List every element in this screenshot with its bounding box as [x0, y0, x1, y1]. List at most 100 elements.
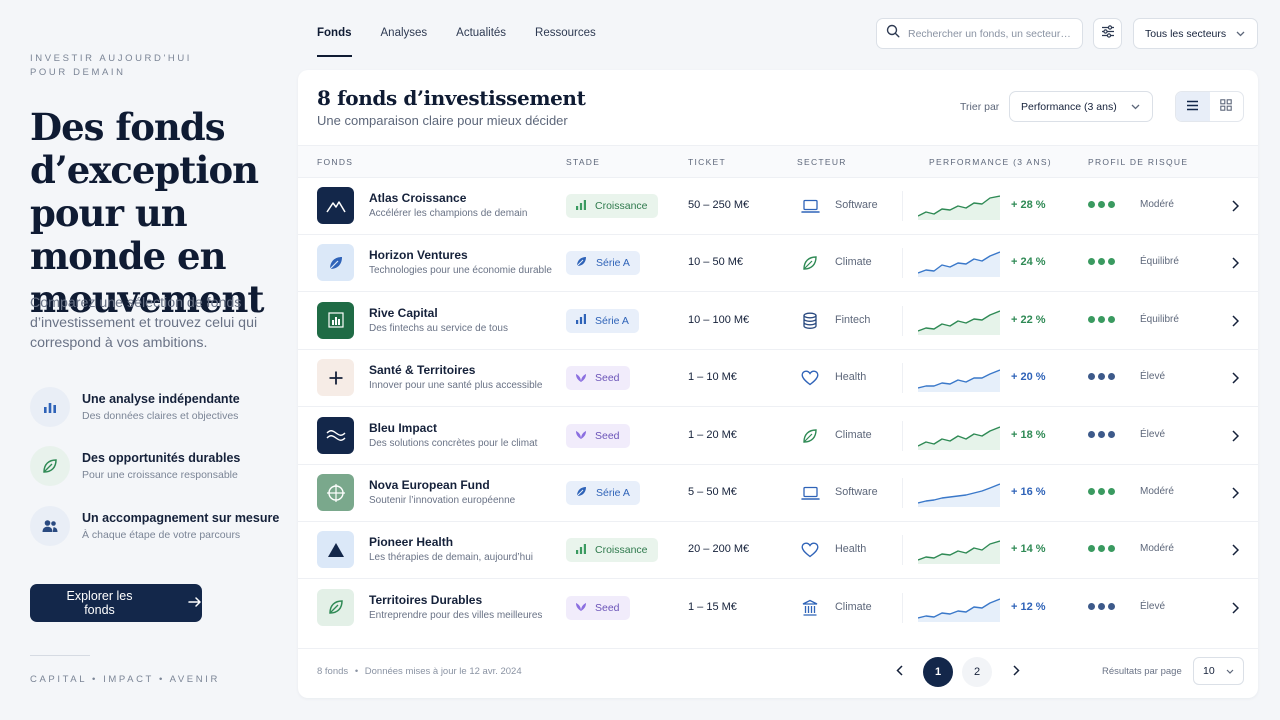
- fund-name[interactable]: Territoires Durables: [369, 593, 482, 607]
- feature-desc: À chaque étape de votre parcours: [82, 529, 241, 541]
- performance-sparkline: [918, 195, 1000, 220]
- sector-dropdown[interactable]: Tous les secteurs: [1133, 18, 1258, 49]
- chevron-down-icon: [1131, 101, 1140, 113]
- stage-label: Série A: [596, 487, 630, 499]
- hero-panel: INVESTIR AUJOURD'HUI POUR DEMAIN Des fon…: [0, 0, 298, 720]
- coins-icon: [800, 311, 820, 331]
- risk-dot: [1088, 488, 1095, 495]
- fund-name[interactable]: Atlas Croissance: [369, 191, 466, 205]
- grid-view-button[interactable]: [1210, 92, 1244, 121]
- heart-icon: [800, 540, 820, 560]
- fund-name[interactable]: Santé & Territoires: [369, 363, 475, 377]
- column-divider: [902, 363, 903, 394]
- sector-name: Health: [835, 543, 867, 556]
- risk-label: Équilibré: [1140, 313, 1179, 325]
- col-header-stade: STADE: [566, 157, 601, 167]
- fund-name[interactable]: Pioneer Health: [369, 535, 453, 549]
- risk-dots: [1088, 373, 1115, 381]
- stage-label: Série A: [595, 314, 629, 327]
- chevron-right-icon[interactable]: [1227, 600, 1243, 616]
- risk-dot: [1108, 315, 1115, 323]
- chevron-right-icon[interactable]: [1227, 370, 1243, 386]
- fund-name[interactable]: Bleu Impact: [369, 421, 437, 435]
- list-view-button[interactable]: [1176, 92, 1210, 121]
- table-row[interactable]: Pioneer Health Les thérapies de demain, …: [298, 522, 1258, 580]
- risk-dot: [1098, 201, 1105, 208]
- pagination: 1 2: [884, 657, 1031, 687]
- table-row[interactable]: Nova European Fund Soutenir l’innovation…: [298, 465, 1258, 522]
- fund-name[interactable]: Nova European Fund: [369, 478, 490, 492]
- column-divider: [902, 420, 903, 451]
- risk-dot: [1108, 430, 1115, 438]
- results-summary: 8 fonds • Données mises à jour le 12 avr…: [317, 666, 522, 677]
- page-button-2[interactable]: 2: [962, 657, 992, 687]
- nav-tab-ressources[interactable]: Ressources: [535, 21, 596, 45]
- performance-sparkline: [918, 310, 1000, 335]
- sliders-icon: [1101, 24, 1115, 43]
- risk-dots: [1088, 430, 1115, 438]
- table-row[interactable]: Atlas Croissance Accélérer les champions…: [298, 178, 1258, 235]
- chevron-right-icon[interactable]: [1227, 198, 1243, 214]
- performance-value: + 18 %: [1011, 428, 1046, 441]
- chevron-right-icon[interactable]: [1227, 542, 1243, 558]
- search-input[interactable]: [908, 27, 1078, 40]
- feature-desc: Pour une croissance responsable: [82, 469, 238, 481]
- stage-icon: [575, 255, 588, 271]
- risk-dot: [1108, 545, 1115, 553]
- sparkline-area: [918, 252, 1000, 278]
- table-row[interactable]: Santé & Territoires Innover pour une san…: [298, 350, 1258, 408]
- performance-value: + 14 %: [1011, 543, 1046, 556]
- stage-label: Série A: [596, 257, 630, 270]
- sparkline-area: [918, 310, 1000, 335]
- fund-description: Soutenir l’innovation européenne: [369, 495, 516, 506]
- bar-chart-icon: [317, 301, 354, 339]
- chevron-right-icon[interactable]: [1227, 313, 1243, 329]
- risk-dot: [1108, 201, 1115, 208]
- sprout-icon: [575, 428, 587, 443]
- risk-label: Élevé: [1140, 600, 1166, 612]
- fund-name[interactable]: Horizon Ventures: [369, 248, 468, 262]
- hero-title: Des fonds d’exception pour un monde en m…: [30, 105, 264, 321]
- table-row[interactable]: Territoires Durables Entreprendre pour d…: [298, 580, 1258, 637]
- nav-tab-analyses[interactable]: Analyses: [381, 21, 428, 45]
- risk-label: Modéré: [1140, 543, 1174, 555]
- risk-dots: [1088, 602, 1115, 610]
- ticket-size: 1 – 20 M€: [688, 428, 737, 441]
- sector-name: Fintech: [835, 313, 871, 326]
- explore-funds-button[interactable]: Explorer les fonds: [30, 584, 202, 622]
- fund-description: Accélérer les champions de demain: [369, 208, 528, 219]
- laptop-icon: [800, 483, 820, 503]
- risk-dot: [1088, 315, 1095, 323]
- cta-label: Explorer les fonds: [66, 589, 133, 617]
- chevron-right-icon[interactable]: [1227, 485, 1243, 501]
- fund-description: Innover pour une santé plus accessible: [369, 380, 543, 392]
- table-row[interactable]: Horizon Ventures Technologies pour une é…: [298, 235, 1258, 293]
- ticket-size: 10 – 100 M€: [688, 313, 750, 326]
- fund-description: Les thérapies de demain, aujourd’hui: [369, 552, 533, 564]
- prev-page-button[interactable]: [884, 657, 914, 687]
- next-page-button[interactable]: [1001, 657, 1031, 687]
- nav-tab-fonds[interactable]: Fonds: [317, 21, 352, 57]
- table-row[interactable]: Bleu Impact Des solutions concrètes pour…: [298, 408, 1258, 465]
- stage-badge: Série A: [566, 251, 640, 276]
- risk-dot: [1098, 315, 1105, 323]
- chevron-right-icon[interactable]: [1227, 428, 1243, 444]
- chevron-right-icon[interactable]: [1227, 255, 1243, 271]
- risk-dots: [1088, 315, 1115, 323]
- results-per-page-dropdown[interactable]: 10: [1193, 657, 1244, 685]
- risk-label: Élevé: [1140, 371, 1166, 383]
- page-button-1[interactable]: 1: [923, 657, 953, 687]
- leaf-icon: [317, 588, 354, 626]
- panel-subtitle: Une comparaison claire pour mieux décide…: [317, 113, 568, 128]
- nav-tab-actualites[interactable]: Actualités: [456, 21, 506, 45]
- fund-name[interactable]: Rive Capital: [369, 306, 438, 320]
- updated-date: Données mises à jour le 12 avr. 2024: [364, 666, 522, 677]
- stage-label: Seed: [595, 372, 620, 385]
- col-header-ticket: TICKET: [688, 157, 727, 167]
- sort-dropdown[interactable]: Performance (3 ans): [1009, 91, 1153, 122]
- chevron-down-icon: [1226, 665, 1234, 677]
- search-box[interactable]: [876, 18, 1083, 49]
- fund-description: Entreprendre pour des villes meilleures: [369, 609, 543, 621]
- filter-button[interactable]: [1093, 18, 1122, 49]
- table-row[interactable]: Rive Capital Des fintechs au service de …: [298, 293, 1258, 350]
